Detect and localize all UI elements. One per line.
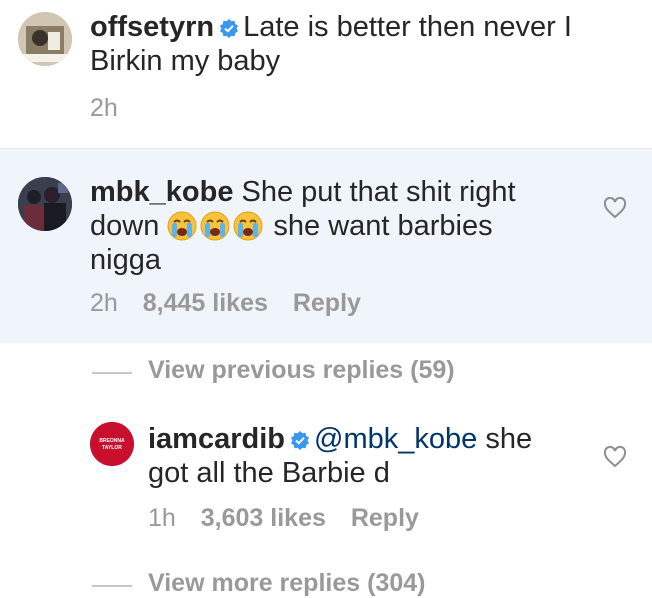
comment-meta: 2h 8,445 likes Reply (90, 289, 379, 318)
avatar-iamcardib[interactable]: BREONNA TAYLOR (90, 422, 134, 466)
comment-mbk-kobe: mbk_kobe She put that shit right down sh… (0, 148, 652, 343)
comment-offsetyrn: offsetyrn Late is better then never I Bir… (0, 0, 652, 148)
comment-body-line2-end: she want barbies (273, 210, 493, 242)
timestamp: 2h (90, 94, 118, 122)
avatar-mbk-kobe[interactable] (18, 177, 72, 231)
mention-link[interactable]: @mbk_kobe (314, 423, 477, 455)
verified-badge-icon (291, 431, 309, 450)
likes-count[interactable]: 3,603 likes (201, 504, 326, 532)
comment-meta: 1h 3,603 likes Reply (148, 504, 437, 533)
avatar-offsetyrn[interactable] (18, 12, 72, 66)
verified-badge-icon (220, 19, 239, 38)
timestamp: 2h (90, 289, 118, 317)
comment-body-line2: Birkin my baby (90, 45, 281, 77)
comment-body-line1: She put that shit right (241, 176, 516, 208)
likes-count[interactable]: 8,445 likes (143, 289, 268, 317)
comment-body-line3: nigga (90, 244, 161, 276)
comment-body-line1: Late is better then never I (243, 11, 572, 43)
username-offsetyrn[interactable]: offsetyrn (90, 11, 214, 43)
thread-line (92, 372, 132, 374)
crying-face-icon (200, 211, 230, 241)
thread-line (92, 585, 132, 587)
username-mbk-kobe[interactable]: mbk_kobe (90, 176, 233, 208)
comment-text: offsetyrn Late is better then never I Bir… (90, 10, 610, 78)
heart-icon[interactable] (603, 197, 627, 219)
reply-iamcardib: BREONNA TAYLOR iamcardib @mbk_kobe she go… (0, 400, 652, 550)
view-previous-replies-button[interactable]: View previous replies (59) (148, 356, 455, 385)
view-more-replies-button[interactable]: View more replies (304) (148, 569, 425, 598)
reply-button[interactable]: Reply (293, 289, 361, 317)
heart-icon[interactable] (603, 446, 627, 468)
comment-text: mbk_kobe She put that shit right down sh… (90, 175, 570, 277)
svg-text:TAYLOR: TAYLOR (102, 445, 122, 451)
comment-text: iamcardib @mbk_kobe she got all the Barbi… (148, 422, 568, 490)
timestamp: 1h (148, 504, 176, 532)
reply-button[interactable]: Reply (351, 504, 419, 532)
crying-face-icon (233, 211, 263, 241)
comment-body-line1-end: she (485, 423, 533, 455)
comment-meta: 2h (90, 94, 136, 123)
crying-face-icon (167, 211, 197, 241)
svg-text:BREONNA: BREONNA (99, 438, 125, 444)
username-iamcardib[interactable]: iamcardib (148, 423, 285, 455)
comment-body-line2: got all the Barbie d (148, 457, 390, 489)
comment-body-line2-start: down (90, 210, 160, 242)
